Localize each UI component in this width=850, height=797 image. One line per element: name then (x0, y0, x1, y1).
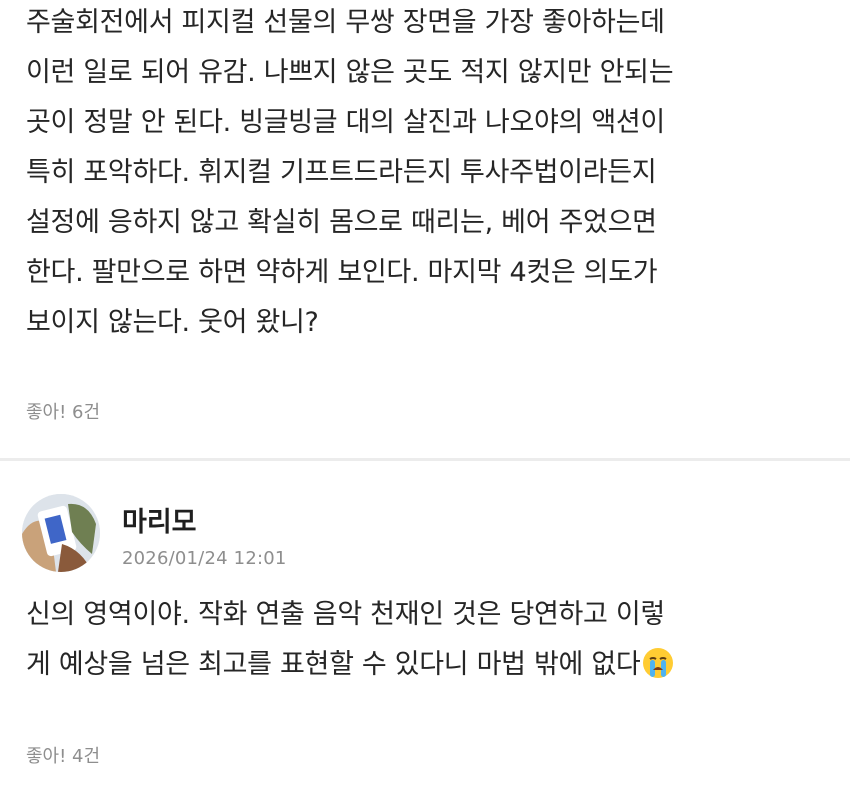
comment-line: 게 예상을 넘은 최고를 표현할 수 있다니 마법 밖에 없다 (26, 640, 830, 696)
comment-line: 보이지 않는다. 웃어 왔니? (26, 307, 319, 338)
avatar-image-icon (22, 494, 100, 572)
comment-line: 이런 일로 되어 유감. 나쁘지 않은 곳도 적지 않지만 안되는 (26, 57, 674, 88)
comment-line: 신의 영역이야. 작화 연출 음악 천재인 것은 당연하고 이렇 (26, 599, 665, 630)
comment-text: 신의 영역이야. 작화 연출 음악 천재인 것은 당연하고 이렇 게 예상을 넘… (26, 590, 830, 696)
comment-divider (0, 458, 850, 461)
comment-line: 설정에 응하지 않고 확실히 몸으로 때리는, 베어 주었으면 (26, 207, 657, 238)
comment-line: 곳이 정말 안 된다. 빙글빙글 대의 살진과 나오야의 액션이 (26, 107, 665, 138)
comment-text: 주술회전에서 피지컬 선물의 무쌍 장면을 가장 좋아하는데 이런 일로 되어 … (26, 0, 830, 348)
comment-thread: 주술회전에서 피지컬 선물의 무쌍 장면을 가장 좋아하는데 이런 일로 되어 … (0, 0, 850, 797)
like-button[interactable]: 좋아! 6건 (26, 398, 100, 424)
comment-line: 주술회전에서 피지컬 선물의 무쌍 장면을 가장 좋아하는데 (26, 7, 665, 38)
crying-face-emoji-icon (642, 646, 674, 696)
comment-timestamp: 2026/01/24 12:01 (122, 548, 287, 569)
comment-line: 특히 포악하다. 휘지컬 기프트드라든지 투사주법이라든지 (26, 157, 657, 188)
comment-line: 한다. 팔만으로 하면 약하게 보인다. 마지막 4컷은 의도가 (26, 257, 658, 288)
like-button[interactable]: 좋아! 4건 (26, 742, 100, 768)
author-name[interactable]: 마리모 (122, 500, 197, 539)
comment-line-text: 게 예상을 넘은 최고를 표현할 수 있다니 마법 밖에 없다 (26, 649, 641, 680)
avatar[interactable] (22, 494, 100, 572)
